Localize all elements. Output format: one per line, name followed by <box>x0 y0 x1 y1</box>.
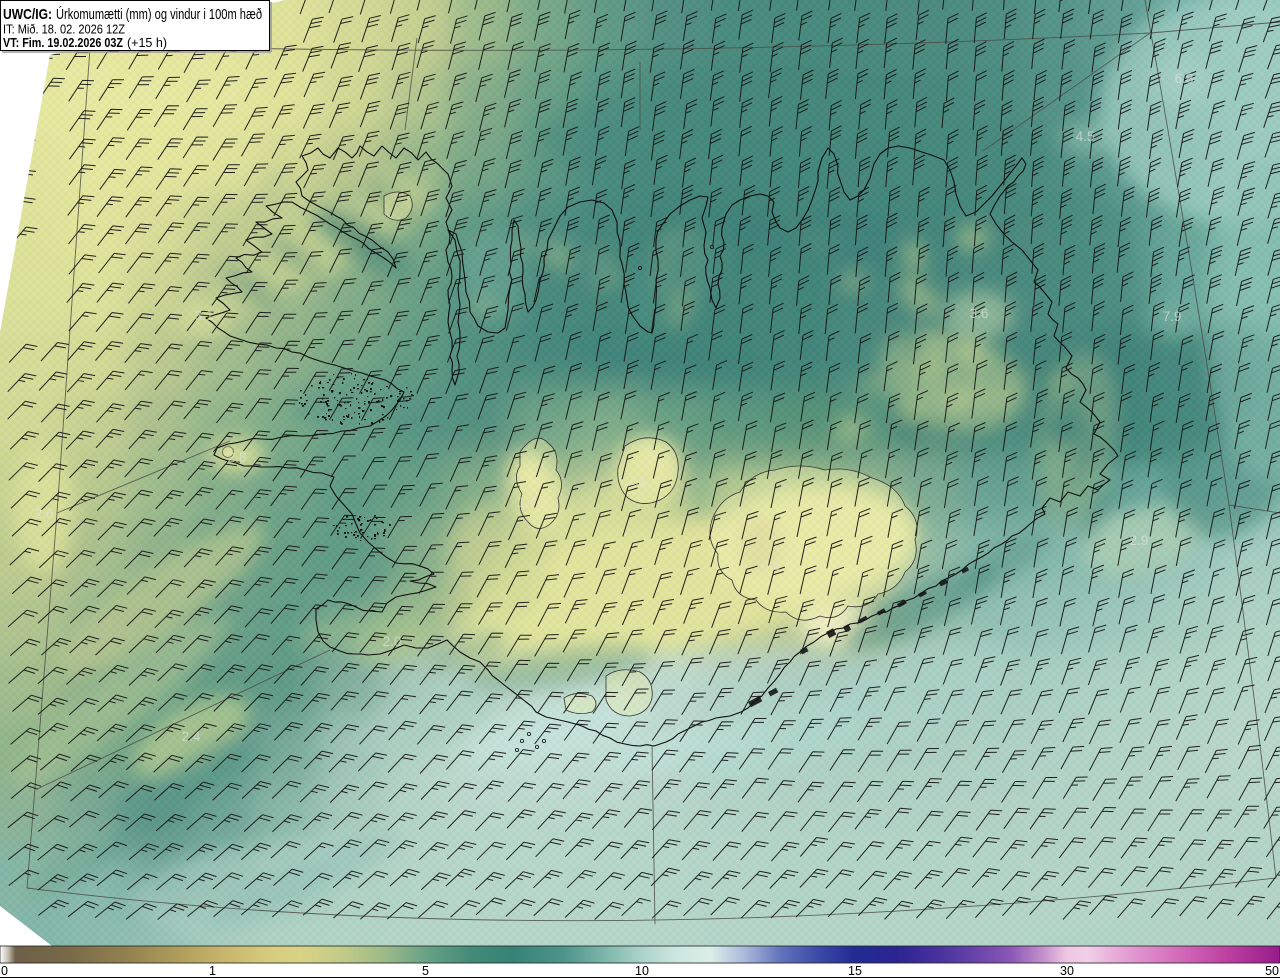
svg-text:Úrkomumætti (mm) og vindur i 1: Úrkomumætti (mm) og vindur i 100m hæð <box>56 6 262 23</box>
svg-text:VT: Fim. 19.02.2026 03Z: VT: Fim. 19.02.2026 03Z <box>3 35 123 50</box>
svg-text:2.6: 2.6 <box>35 506 54 521</box>
svg-text:1: 1 <box>209 964 216 978</box>
svg-text:3.6: 3.6 <box>970 306 989 321</box>
svg-text:2.9: 2.9 <box>1130 533 1149 548</box>
svg-text:1.7: 1.7 <box>518 495 537 510</box>
svg-text:10: 10 <box>635 964 649 978</box>
svg-text:4.5: 4.5 <box>1076 129 1095 144</box>
svg-text:3.1: 3.1 <box>195 308 214 323</box>
svg-text:1.1: 1.1 <box>628 473 647 488</box>
svg-text:(+15 h): (+15 h) <box>127 35 167 50</box>
svg-text:2.0: 2.0 <box>383 634 402 649</box>
svg-text:2.4: 2.4 <box>182 729 201 744</box>
svg-text:2.8: 2.8 <box>228 450 247 465</box>
svg-text:6.8: 6.8 <box>1175 71 1194 86</box>
svg-text:0.6: 0.6 <box>762 558 781 573</box>
svg-text:0: 0 <box>1 964 8 978</box>
svg-text:50: 50 <box>1265 964 1279 978</box>
svg-text:15: 15 <box>848 964 862 978</box>
svg-text:30: 30 <box>1060 964 1074 978</box>
svg-text:5: 5 <box>422 964 429 978</box>
svg-text:7.9: 7.9 <box>1163 309 1182 324</box>
